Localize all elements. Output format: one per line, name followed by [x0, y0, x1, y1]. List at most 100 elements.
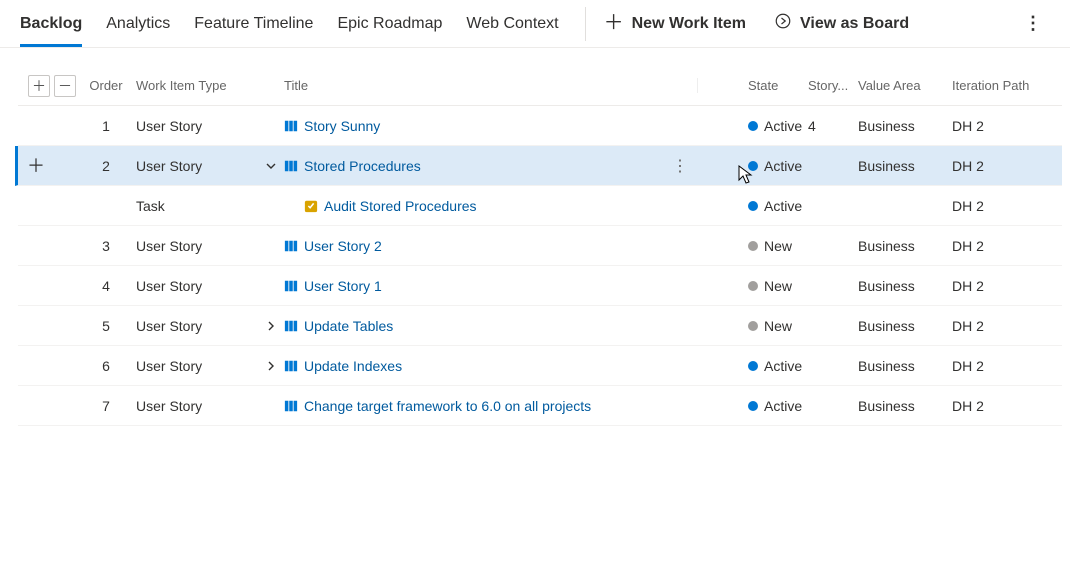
cell-state: Active	[698, 118, 808, 134]
backlog-table: ＋ － Order Work Item Type Title State Sto…	[0, 48, 1070, 426]
work-item-title-link[interactable]: User Story 2	[304, 238, 382, 254]
state-indicator-icon	[748, 241, 758, 251]
table-row[interactable]: TaskAudit Stored ProceduresActiveDH 2	[18, 186, 1062, 226]
plus-icon: ＋	[604, 13, 624, 33]
top-bar: Backlog Analytics Feature Timeline Epic …	[0, 0, 1070, 48]
row-context-menu-button[interactable]: ⋮	[672, 156, 688, 176]
cell-work-item-type: User Story	[136, 118, 264, 134]
state-indicator-icon	[748, 361, 758, 371]
view-as-board-label: View as Board	[800, 15, 909, 33]
cell-order: 7	[76, 398, 136, 414]
tab-web-context[interactable]: Web Context	[466, 0, 558, 47]
user-story-icon	[284, 359, 298, 373]
state-indicator-icon	[748, 121, 758, 131]
cell-story-points: 4	[808, 118, 858, 134]
cell-order: 4	[76, 278, 136, 294]
cell-order: 6	[76, 358, 136, 374]
cell-work-item-type: Task	[136, 198, 264, 214]
cell-state: Active	[698, 358, 808, 374]
user-story-icon	[284, 239, 298, 253]
user-story-icon	[284, 399, 298, 413]
expand-all-button[interactable]: ＋	[28, 75, 50, 97]
cell-order: 2	[76, 158, 136, 174]
table-row[interactable]: 6User Story Update Indexes Active BusinessD…	[18, 346, 1062, 386]
state-indicator-icon	[748, 321, 758, 331]
work-item-title-link[interactable]: User Story 1	[304, 278, 382, 294]
top-actions: ＋ New Work Item View as Board	[604, 12, 910, 35]
cell-order: 5	[76, 318, 136, 334]
cell-title: Update Tables	[264, 318, 698, 334]
state-indicator-icon	[748, 161, 758, 171]
col-header-state[interactable]: State	[698, 78, 808, 93]
state-indicator-icon	[748, 201, 758, 211]
cell-value-area: Business	[858, 118, 952, 134]
collapse-all-button[interactable]: －	[54, 75, 76, 97]
cell-value-area: Business	[858, 358, 952, 374]
chevron-right-icon[interactable]	[264, 360, 278, 372]
user-story-icon	[284, 119, 298, 133]
cell-iteration-path: DH 2	[952, 238, 1062, 254]
col-header-type[interactable]: Work Item Type	[136, 78, 264, 93]
col-header-title[interactable]: Title	[264, 78, 698, 93]
cell-iteration-path: DH 2	[952, 398, 1062, 414]
chevron-down-icon[interactable]	[264, 160, 278, 172]
view-as-board-button[interactable]: View as Board	[774, 12, 909, 35]
table-row[interactable]: 1User StoryStory SunnyActive4BusinessDH …	[18, 106, 1062, 146]
cell-state: Active	[698, 398, 808, 414]
work-item-title-link[interactable]: Stored Procedures	[304, 158, 421, 174]
state-indicator-icon	[748, 281, 758, 291]
overflow-menu-button[interactable]: ⋮	[1016, 9, 1050, 38]
cell-iteration-path: DH 2	[952, 278, 1062, 294]
state-indicator-icon	[748, 401, 758, 411]
cell-value-area: Business	[858, 238, 952, 254]
new-work-item-button[interactable]: ＋ New Work Item	[604, 14, 746, 34]
cell-value-area: Business	[858, 278, 952, 294]
work-item-title-link[interactable]: Update Indexes	[304, 358, 402, 374]
cell-state: Active	[698, 198, 808, 214]
table-row[interactable]: 5User StoryUpdate TablesNewBusinessDH 2	[18, 306, 1062, 346]
col-header-iteration[interactable]: Iteration Path	[952, 78, 1062, 93]
cell-state: Active	[698, 158, 808, 174]
cell-work-item-type: User Story	[136, 318, 264, 334]
cell-title: User Story 2	[264, 238, 698, 254]
cell-iteration-path: DH 2	[952, 318, 1062, 334]
table-row[interactable]: ＋ 2User Story Stored Procedures ⋮ Active Busi…	[15, 146, 1062, 186]
col-header-order[interactable]: Order	[76, 78, 136, 93]
cell-title: Stored Procedures ⋮	[264, 156, 698, 176]
cell-state: New	[698, 278, 808, 294]
cell-iteration-path: DH 2	[952, 158, 1062, 174]
cell-title: Change target framework to 6.0 on all pr…	[264, 398, 698, 414]
work-item-title-link[interactable]: Change target framework to 6.0 on all pr…	[304, 398, 591, 414]
cell-order: 3	[76, 238, 136, 254]
col-header-story[interactable]: Story...	[808, 78, 858, 93]
cell-title: User Story 1	[264, 278, 698, 294]
arrow-right-circle-icon	[774, 12, 792, 35]
task-icon	[304, 199, 318, 213]
work-item-title-link[interactable]: Update Tables	[304, 318, 393, 334]
user-story-icon	[284, 159, 298, 173]
cell-work-item-type: User Story	[136, 398, 264, 414]
tab-analytics[interactable]: Analytics	[106, 0, 170, 47]
work-item-title-link[interactable]: Audit Stored Procedures	[324, 198, 477, 214]
tab-backlog[interactable]: Backlog	[20, 0, 82, 47]
add-child-button[interactable]: ＋	[25, 155, 47, 177]
table-row[interactable]: 4User Story User Story 1 New BusinessDH 2	[18, 266, 1062, 306]
tab-feature-timeline[interactable]: Feature Timeline	[194, 0, 313, 47]
cell-iteration-path: DH 2	[952, 358, 1062, 374]
cell-work-item-type: User Story	[136, 278, 264, 294]
table-row[interactable]: 7User Story Change target framework to 6.…	[18, 386, 1062, 426]
tab-epic-roadmap[interactable]: Epic Roadmap	[337, 0, 442, 47]
tab-strip: Backlog Analytics Feature Timeline Epic …	[20, 0, 559, 47]
cell-value-area: Business	[858, 398, 952, 414]
cell-work-item-type: User Story	[136, 358, 264, 374]
col-header-value[interactable]: Value Area	[858, 78, 952, 93]
chevron-right-icon[interactable]	[264, 320, 278, 332]
cell-state: New	[698, 238, 808, 254]
work-item-title-link[interactable]: Story Sunny	[304, 118, 380, 134]
table-row[interactable]: 3User StoryUser Story 2NewBusinessDH 2	[18, 226, 1062, 266]
cell-work-item-type: User Story	[136, 158, 264, 174]
cell-value-area: Business	[858, 158, 952, 174]
new-work-item-label: New Work Item	[632, 15, 746, 33]
user-story-icon	[284, 319, 298, 333]
cell-state: New	[698, 318, 808, 334]
